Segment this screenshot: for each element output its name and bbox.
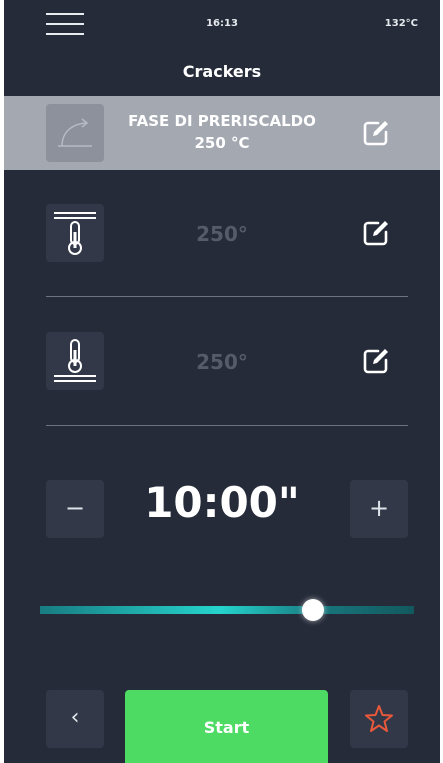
- edit-icon[interactable]: [359, 344, 393, 378]
- oven-temperature: 132°C: [384, 18, 418, 29]
- clock: 16:13: [206, 18, 238, 29]
- increase-time-button[interactable]: +: [350, 480, 408, 538]
- star-icon: [365, 705, 393, 732]
- phase-row: FASE DI PRERISCALDO 250 °C: [4, 96, 440, 170]
- favorite-button[interactable]: [350, 690, 408, 748]
- start-label: Start: [203, 718, 250, 737]
- status-bar: 16:13 132°C: [4, 0, 440, 52]
- page-title: Crackers: [182, 62, 262, 81]
- edit-icon[interactable]: [359, 216, 393, 250]
- start-button[interactable]: Start: [125, 690, 328, 763]
- timer-slider-track[interactable]: [40, 606, 414, 614]
- divider: [46, 425, 408, 426]
- back-button[interactable]: ‹: [46, 690, 104, 748]
- edit-icon[interactable]: [359, 116, 393, 150]
- divider: [46, 296, 408, 297]
- app-screen: 16:13 132°C Crackers FASE DI PRERISCALDO…: [4, 0, 440, 763]
- chevron-left-icon: ‹: [70, 705, 80, 730]
- timer-slider-knob[interactable]: [302, 599, 325, 621]
